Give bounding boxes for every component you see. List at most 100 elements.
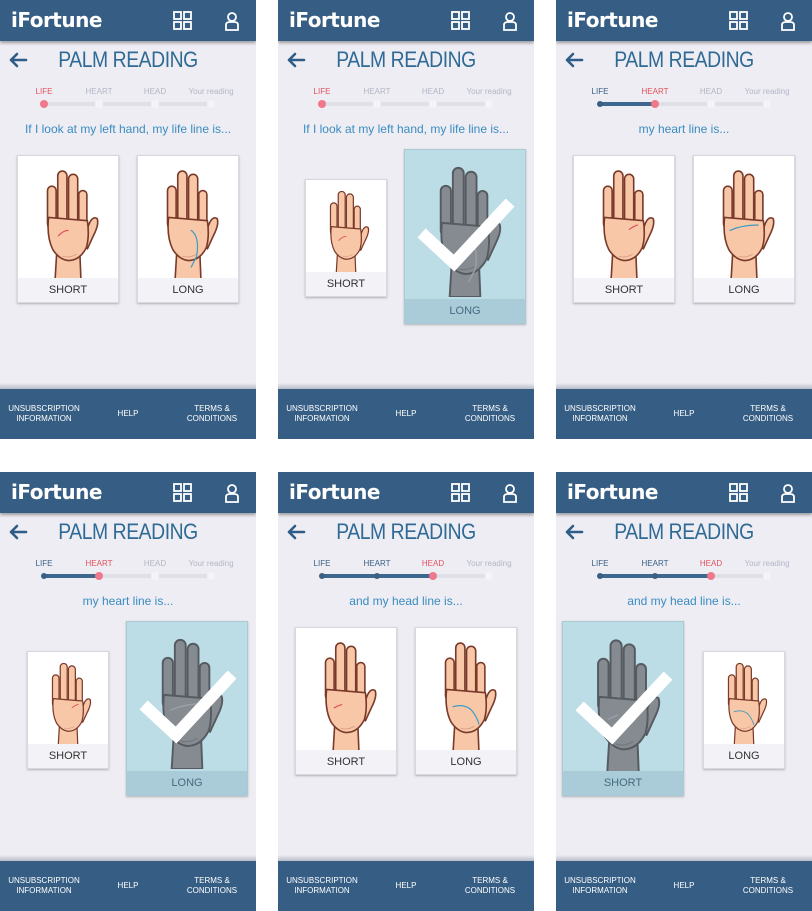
grid-icon[interactable]: [451, 11, 471, 31]
title-row: PALM READING: [0, 44, 256, 76]
step-dot: [763, 572, 771, 580]
answer-card-short[interactable]: SHORT: [27, 651, 109, 769]
step-dot: [597, 573, 603, 579]
step-label-head: HEAD: [143, 87, 167, 96]
step-dot: [374, 573, 380, 579]
answer-card-long[interactable]: LONG: [693, 155, 795, 303]
terms-conditions-link[interactable]: TERMS & CONDITIONS: [454, 389, 526, 439]
hand-image: [18, 156, 118, 281]
unsubscription-information-link[interactable]: UNSUBSCRIPTION INFORMATION: [4, 861, 84, 911]
terms-conditions-link[interactable]: TERMS & CONDITIONS: [454, 861, 526, 911]
user-icon[interactable]: [222, 483, 242, 503]
help-link[interactable]: HELP: [382, 861, 430, 911]
title-row: PALM READING: [0, 516, 256, 548]
progress-stepper: LIFE HEART HEAD Your reading: [556, 556, 812, 580]
top-bar: iFortune: [556, 0, 812, 41]
hand-illustration: [722, 170, 775, 281]
hand-illustration: [329, 190, 370, 275]
top-bar: iFortune: [556, 472, 812, 513]
grid-icon[interactable]: [173, 11, 193, 31]
terms-conditions-link[interactable]: TERMS & CONDITIONS: [732, 861, 804, 911]
user-icon[interactable]: [222, 11, 242, 31]
step-dot: [652, 573, 658, 579]
grid-icon[interactable]: [729, 483, 749, 503]
step-dot: [151, 100, 159, 108]
unsubscription-information-link[interactable]: UNSUBSCRIPTION INFORMATION: [560, 861, 640, 911]
step-dot: [429, 572, 437, 580]
question-text: and my head line is...: [349, 594, 463, 608]
step-label-head: HEAD: [699, 559, 723, 568]
answer-card-long[interactable]: LONG: [415, 627, 517, 775]
answer-card-long[interactable]: LONG: [703, 651, 785, 769]
answer-card-short[interactable]: SHORT: [305, 179, 387, 297]
help-link[interactable]: HELP: [382, 389, 430, 439]
answer-card-long[interactable]: LONG: [126, 621, 248, 796]
progress-stepper: LIFE HEART HEAD Your reading: [278, 556, 534, 580]
help-link[interactable]: HELP: [104, 389, 152, 439]
progress-track: [322, 574, 489, 578]
terms-conditions-link[interactable]: TERMS & CONDITIONS: [176, 861, 248, 911]
answer-card-short[interactable]: SHORT: [573, 155, 675, 303]
step-label-your-reading: Your reading: [466, 559, 512, 568]
footer-bar: UNSUBSCRIPTION INFORMATION HELP TERMS & CO…: [0, 855, 256, 911]
step-dot: [151, 572, 159, 580]
grid-icon[interactable]: [451, 483, 471, 503]
answer-label: SHORT: [574, 278, 674, 302]
help-link[interactable]: HELP: [660, 861, 708, 911]
unsubscription-information-link[interactable]: UNSUBSCRIPTION INFORMATION: [282, 861, 362, 911]
help-link[interactable]: HELP: [660, 389, 708, 439]
answer-card-short[interactable]: SHORT: [17, 155, 119, 303]
step-label-heart: HEART: [85, 87, 113, 96]
hand-image: [138, 156, 238, 281]
user-icon[interactable]: [500, 11, 520, 31]
step-label-your-reading: Your reading: [744, 559, 790, 568]
grid-icon[interactable]: [729, 11, 749, 31]
step-dot: [95, 572, 103, 580]
step-label-your-reading: Your reading: [188, 87, 234, 96]
app-logo: iFortune: [11, 480, 102, 504]
step-label-life: LIFE: [591, 559, 609, 568]
hand-image: [574, 156, 674, 281]
title-row: PALM READING: [278, 44, 534, 76]
answer-card-long[interactable]: LONG: [137, 155, 239, 303]
answer-card-short[interactable]: SHORT: [295, 627, 397, 775]
help-link[interactable]: HELP: [104, 861, 152, 911]
step-label-life: LIFE: [313, 87, 331, 96]
unsubscription-information-link[interactable]: UNSUBSCRIPTION INFORMATION: [560, 389, 640, 439]
step-label-life: LIFE: [35, 559, 53, 568]
step-dot: [597, 101, 603, 107]
answer-card-short[interactable]: SHORT: [562, 621, 684, 796]
checkmark-icon: [575, 672, 673, 745]
question-text: my heart line is...: [82, 594, 174, 608]
user-icon[interactable]: [500, 483, 520, 503]
terms-conditions-link[interactable]: TERMS & CONDITIONS: [176, 389, 248, 439]
unsubscription-information-link[interactable]: UNSUBSCRIPTION INFORMATION: [282, 389, 362, 439]
app-logo: iFortune: [289, 8, 380, 32]
step-label-heart: HEART: [363, 87, 391, 96]
step-label-head: HEAD: [699, 87, 723, 96]
page-title: PALM READING: [614, 47, 754, 72]
terms-conditions-link[interactable]: TERMS & CONDITIONS: [732, 389, 804, 439]
title-row: PALM READING: [278, 516, 534, 548]
unsubscription-information-link[interactable]: UNSUBSCRIPTION INFORMATION: [4, 389, 84, 439]
grid-icon[interactable]: [173, 483, 193, 503]
app-screen: iFortune PALM READING LIFE HEART HEAD Your re…: [278, 472, 534, 911]
app-screen: iFortune PALM READING LIFE HEART HEAD Your re…: [0, 0, 256, 439]
app-logo: iFortune: [567, 8, 658, 32]
user-icon[interactable]: [778, 483, 798, 503]
app-logo: iFortune: [289, 480, 380, 504]
hand-illustration: [324, 642, 377, 753]
footer-bar: UNSUBSCRIPTION INFORMATION HELP TERMS & CO…: [278, 383, 534, 439]
step-dot: [485, 572, 493, 580]
answer-label: SHORT: [563, 771, 683, 795]
footer-bar: UNSUBSCRIPTION INFORMATION HELP TERMS & CO…: [556, 383, 812, 439]
hand-image: [694, 156, 794, 281]
answer-card-long[interactable]: LONG: [404, 149, 526, 324]
step-dot: [763, 100, 771, 108]
hand-illustration: [602, 170, 655, 281]
title-row: PALM READING: [556, 516, 812, 548]
user-icon[interactable]: [778, 11, 798, 31]
progress-track: [600, 102, 767, 106]
progress-stepper: LIFE HEART HEAD Your reading: [0, 84, 256, 108]
step-label-life: LIFE: [591, 87, 609, 96]
